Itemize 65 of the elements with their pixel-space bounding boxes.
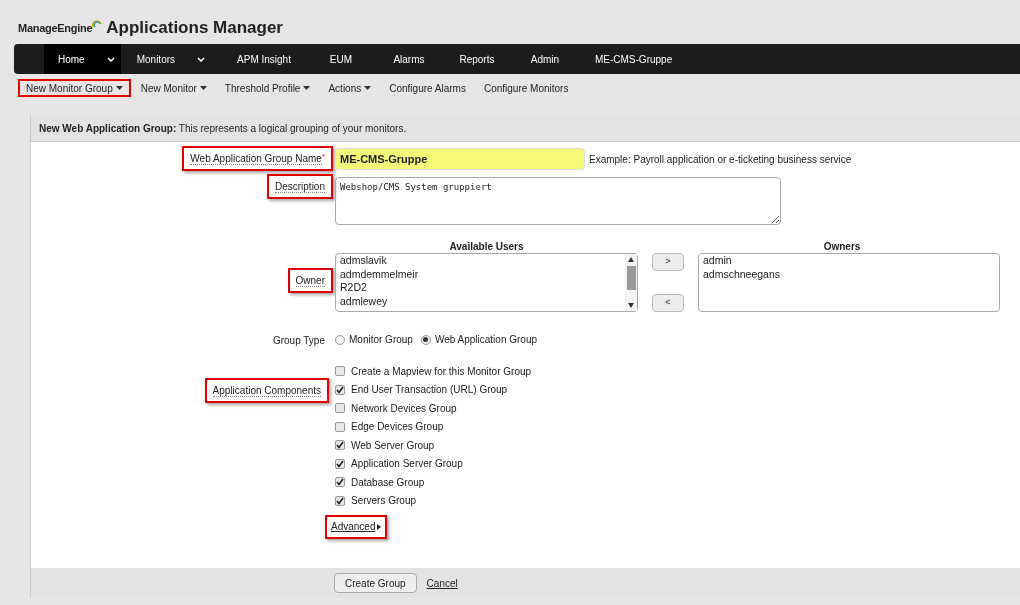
nav-tab[interactable]: Alarms: [374, 44, 443, 74]
checkbox[interactable]: [335, 477, 345, 488]
checkbox-label: End User Transaction (URL) Group: [351, 383, 508, 398]
cancel-link[interactable]: Cancel: [426, 575, 458, 591]
list-item[interactable]: R2D2: [340, 281, 621, 295]
checkbox[interactable]: [335, 458, 345, 469]
scrollbar[interactable]: [625, 254, 637, 311]
swirl-icon: [92, 19, 103, 29]
checkbox-label: Edge Devices Group: [351, 420, 444, 435]
field-label: Description: [266, 174, 333, 199]
list-item[interactable]: admin: [703, 254, 995, 268]
list-item[interactable]: admslavik: [340, 254, 621, 268]
nav-tab[interactable]: Home: [44, 44, 121, 74]
product-title: Applications Manager: [106, 17, 283, 40]
checkbox[interactable]: [335, 366, 345, 377]
checkbox[interactable]: [335, 421, 345, 432]
owners-list[interactable]: admin admschneegans: [698, 253, 1000, 312]
scroll-down-icon[interactable]: [628, 303, 634, 308]
nav-tab[interactable]: EUM: [306, 44, 375, 74]
list-item[interactable]: admschneegans: [703, 267, 995, 281]
radio-label: Web Application Group: [434, 333, 538, 347]
list-heading: Available Users: [448, 240, 525, 253]
list-item[interactable]: admlewey: [340, 294, 621, 308]
list-item[interactable]: admdemmelmeir: [340, 267, 621, 281]
radio-button[interactable]: [335, 334, 345, 345]
nav-tab[interactable]: Monitors: [120, 44, 222, 74]
field-label: Owner: [287, 267, 333, 293]
company-logo: ManageEngine: [18, 20, 93, 36]
nav-tab[interactable]: ME-CMS-Gruppe: [578, 44, 689, 74]
move-left-button[interactable]: <: [652, 294, 684, 312]
checkbox[interactable]: [335, 440, 345, 451]
panel-title: New Web Application Group: This represents a logical grouping of your monitors.: [39, 121, 407, 136]
advanced-link[interactable]: Advanced: [325, 514, 388, 539]
nav-tab[interactable]: Admin: [510, 44, 579, 74]
scroll-up-icon[interactable]: [628, 257, 634, 262]
checkbox-label: Network Devices Group: [351, 401, 457, 416]
nav-tab[interactable]: Reports: [442, 44, 511, 74]
available-users-list[interactable]: admslavik admdemmelmeir R2D2 admlewey: [335, 253, 638, 312]
field-label: Web Application Group Name*: [182, 146, 333, 171]
menu-item[interactable]: Configure Alarms: [381, 79, 474, 97]
radio-label: Monitor Group: [349, 333, 413, 347]
triangle-icon: [377, 523, 382, 530]
checkbox-label: Database Group: [351, 475, 425, 490]
checkbox-label: Web Server Group: [351, 438, 435, 453]
list-heading: Owners: [822, 240, 862, 253]
menu-item[interactable]: Actions: [320, 79, 380, 97]
menu-item[interactable]: New Monitor: [132, 79, 215, 97]
menu-item[interactable]: Configure Monitors: [475, 79, 577, 97]
checkbox-label: Servers Group: [351, 494, 417, 509]
checkbox-label: Application Server Group: [351, 457, 463, 472]
name-input[interactable]: ME-CMS-Gruppe: [335, 148, 585, 170]
field-label: Application Components: [204, 377, 329, 403]
radio-button[interactable]: [420, 334, 431, 345]
menu-item[interactable]: Threshold Profile: [216, 79, 319, 97]
checkbox[interactable]: [335, 495, 345, 506]
checkbox[interactable]: [335, 384, 345, 395]
create-group-button[interactable]: Create Group: [334, 573, 417, 593]
menu-item[interactable]: New Monitor Group: [18, 79, 131, 97]
example-hint: Example: Payroll application or e-ticketing business service: [589, 152, 852, 167]
move-right-button[interactable]: >: [652, 253, 684, 271]
checkbox-label: Create a Mapview for this Monitor Group: [351, 364, 532, 379]
description-textarea[interactable]: Webshop/CMS System gruppiert: [335, 177, 781, 225]
field-label: Group Type: [272, 334, 326, 348]
nav-tab[interactable]: APM Insight: [221, 44, 307, 74]
checkbox[interactable]: [335, 403, 345, 414]
